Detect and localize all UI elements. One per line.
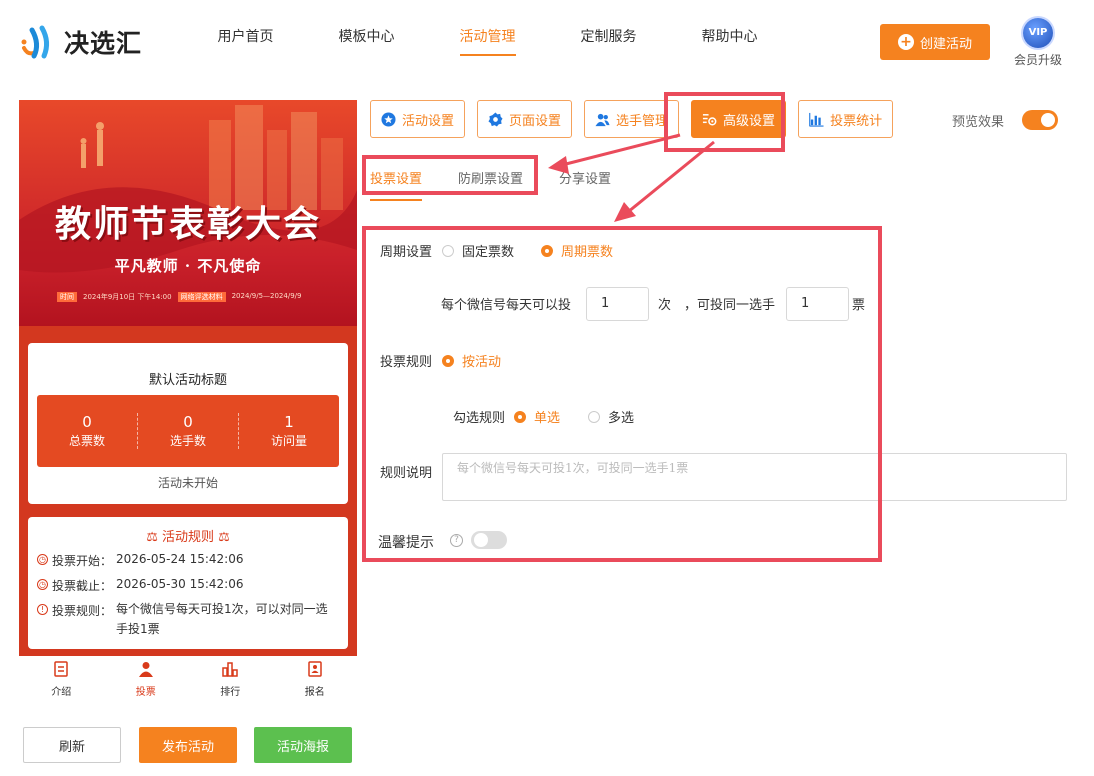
meta-time: 2024年9月10日 下午14:00 [83, 293, 172, 301]
tab-intro[interactable]: 介绍 [19, 656, 104, 700]
top-header: 决选汇 用户首页 模板中心 活动管理 定制服务 帮助中心 + 创建活动 VIP … [0, 0, 1094, 84]
clock-icon: ◷ [37, 554, 48, 565]
clock-icon: ◷ [37, 579, 48, 590]
preview-toggle-row: 预览效果 [952, 110, 1059, 130]
nav-label: 活动管理 [459, 29, 516, 56]
brand-logo[interactable]: 决选汇 [18, 22, 142, 62]
stat-value: 0 [82, 413, 92, 431]
vip-badge-icon: VIP [1023, 18, 1053, 48]
stat-visits: 1 访问量 [239, 413, 339, 449]
tool-label: 活动设置 [402, 113, 455, 129]
tab-label: 报名 [304, 687, 325, 698]
settings-toolbar: 活动设置 页面设置 选手管理 高级设置 投票统计 [370, 100, 894, 138]
user-icon [138, 662, 153, 677]
publish-activity-button[interactable]: 发布活动 [139, 727, 237, 763]
tool-label: 选手管理 [616, 113, 669, 129]
highlight-advanced-settings [664, 92, 785, 152]
rule-label: 投票截止： [52, 579, 113, 593]
rule-start: ◷ 投票开始： 2026-05-24 15:42:06 [37, 552, 243, 569]
stat-label: 访问量 [270, 434, 307, 448]
activity-poster-button[interactable]: 活动海报 [254, 727, 352, 763]
activity-banner: 教师节表彰大会 平凡教师 · 不凡使命 时间 2024年9月10日 下午14:0… [19, 100, 357, 326]
vip-upgrade[interactable]: VIP 会员升级 [1008, 18, 1068, 68]
rule-vote: ! 投票规则： 每个微信号每天可投1次，可以对同一选手投1票 [37, 602, 336, 639]
ranking-icon [222, 662, 238, 677]
meta-vote: 2024/9/5—2024/9/9 [231, 292, 302, 300]
stats-box: 0 总票数 0 选手数 1 访问量 [37, 395, 339, 467]
tab-signup[interactable]: 报名 [273, 656, 358, 700]
users-icon [595, 113, 610, 126]
logo-icon [21, 25, 50, 59]
vote-statistics-button[interactable]: 投票统计 [798, 100, 894, 138]
create-activity-button[interactable]: + 创建活动 [880, 24, 990, 60]
gavel-icon: ⚖ [146, 530, 158, 545]
refresh-button[interactable]: 刷新 [23, 727, 121, 763]
nav-item-custom-service[interactable]: 定制服务 [548, 26, 669, 56]
tab-vote[interactable]: 投票 [104, 656, 189, 700]
nav-label: 帮助中心 [701, 29, 758, 45]
highlight-form [362, 226, 882, 562]
nav-item-templates[interactable]: 模板中心 [306, 26, 427, 56]
tab-ranking[interactable]: 排行 [188, 656, 273, 700]
rule-label: 投票开始： [52, 554, 113, 568]
tab-share-settings[interactable]: 分享设置 [559, 168, 611, 201]
nav-item-help[interactable]: 帮助中心 [669, 26, 790, 56]
rules-card: ⚖ 活动规则 ⚖ ◷ 投票开始： 2026-05-24 15:42:06 ◷ 投… [28, 517, 348, 649]
stat-label: 选手数 [169, 434, 206, 448]
create-activity-label: 创建活动 [919, 36, 972, 52]
activity-title: 默认活动标题 [148, 373, 227, 388]
banner-subtitle: 平凡教师 · 不凡使命 [114, 257, 262, 275]
page-settings-button[interactable]: 页面设置 [477, 100, 573, 138]
star-icon [381, 111, 396, 127]
phone-tabbar: 介绍 投票 排行 报名 [19, 656, 357, 700]
tab-label: 排行 [220, 687, 241, 698]
brand-name: 决选汇 [64, 29, 143, 58]
preview-toggle[interactable] [1022, 110, 1059, 130]
gear-icon [488, 111, 503, 127]
nav-label: 模板中心 [338, 29, 395, 45]
main-nav: 用户首页 模板中心 活动管理 定制服务 帮助中心 [185, 26, 790, 56]
rule-value: 每个微信号每天可投1次，可以对同一选手投1票 [116, 602, 328, 636]
signup-icon [308, 661, 322, 677]
tool-label: 投票统计 [830, 113, 883, 129]
rule-label: 投票规则： [52, 604, 113, 618]
rule-value: 2026-05-30 15:42:06 [116, 577, 244, 591]
phone-preview: 教师节表彰大会 平凡教师 · 不凡使命 时间 2024年9月10日 下午14:0… [19, 100, 357, 656]
meta-vote-tag: 网络评选材料 [177, 292, 226, 302]
stats-card: 默认活动标题 0 总票数 0 选手数 1 访问量 活动未开始 [28, 343, 348, 504]
intro-icon [54, 661, 68, 677]
stat-players: 0 选手数 [138, 413, 239, 449]
banner-meta: 时间 2024年9月10日 下午14:00 网络评选材料 2024/9/5—20… [57, 292, 301, 302]
rules-title: ⚖ 活动规则 ⚖ [28, 526, 348, 545]
tab-label: 介绍 [51, 687, 72, 698]
stat-value: 0 [183, 413, 193, 431]
preview-label: 预览效果 [952, 114, 1005, 130]
tab-label: 投票 [135, 687, 156, 698]
nav-item-activity-management[interactable]: 活动管理 [427, 26, 548, 56]
stat-label: 总票数 [68, 434, 105, 448]
gavel-icon: ⚖ [218, 530, 230, 545]
info-icon: ! [37, 604, 48, 615]
nav-label: 定制服务 [580, 29, 637, 45]
banner-title: 教师节表彰大会 [54, 203, 321, 245]
nav-label: 用户首页 [217, 29, 274, 45]
chart-icon [809, 112, 824, 127]
stat-total-votes: 0 总票数 [37, 413, 138, 449]
rules-title-text: 活动规则 [161, 530, 214, 545]
activity-status: 活动未开始 [157, 476, 218, 490]
nav-item-home[interactable]: 用户首页 [185, 26, 306, 56]
rule-value: 2026-05-24 15:42:06 [116, 552, 244, 566]
tool-label: 页面设置 [509, 113, 562, 129]
stat-value: 1 [284, 413, 294, 431]
plus-icon: + [897, 34, 914, 50]
highlight-subtabs [362, 155, 538, 195]
activity-settings-button[interactable]: 活动设置 [370, 100, 466, 138]
rule-end: ◷ 投票截止： 2026-05-30 15:42:06 [37, 577, 243, 594]
meta-time-tag: 时间 [57, 292, 77, 302]
vip-label: 会员升级 [1013, 53, 1062, 67]
